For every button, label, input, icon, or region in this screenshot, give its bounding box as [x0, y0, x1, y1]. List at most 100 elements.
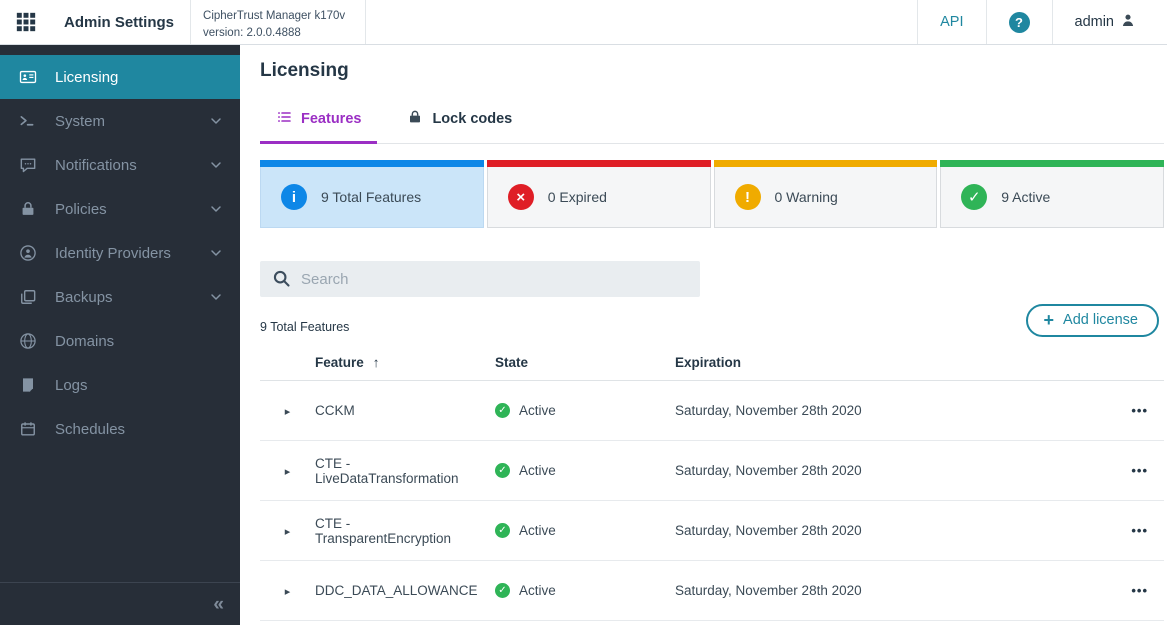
lock-icon — [407, 109, 423, 129]
features-table: Feature ↑ State Expiration ▸ CCKM ✓ Activ… — [260, 344, 1164, 621]
lock-icon — [18, 199, 38, 219]
sidebar-item-label: Logs — [55, 376, 88, 394]
card-color-strip — [940, 160, 1164, 167]
sidebar-item-licensing[interactable]: Licensing — [0, 55, 240, 99]
expiration-cell: Saturday, November 28th 2020 — [675, 523, 862, 538]
table-row-ddc-data-allowance: ▸ DDC_DATA_ALLOWANCE ✓ Active Saturday, … — [260, 561, 1164, 621]
summary-card-0-expired[interactable]: × 0 Expired — [486, 160, 711, 228]
card-color-strip — [486, 160, 711, 167]
search-input[interactable] — [260, 261, 700, 297]
sidebar-item-identity-providers[interactable]: Identity Providers — [0, 231, 240, 275]
sidebar-item-domains[interactable]: Domains — [0, 319, 240, 363]
column-header-feature[interactable]: Feature ↑ — [315, 355, 495, 370]
active-check-icon: ✓ — [495, 523, 510, 538]
state-label: Active — [519, 403, 556, 418]
add-license-label: Add license — [1063, 312, 1138, 328]
list-icon — [276, 109, 292, 129]
state-cell: ✓ Active — [495, 523, 675, 538]
success-status-icon: ✓ — [961, 184, 988, 210]
state-label: Active — [519, 583, 556, 598]
state-label: Active — [519, 463, 556, 478]
row-actions-button[interactable]: ••• — [1131, 523, 1148, 538]
sidebar-item-logs[interactable]: Logs — [0, 363, 240, 407]
expand-row-button[interactable]: ▸ — [285, 466, 291, 478]
id-card-icon — [18, 67, 38, 87]
expand-row-button[interactable]: ▸ — [285, 406, 291, 418]
product-version: CipherTrust Manager k170v version: 2.0.0… — [190, 0, 367, 44]
state-label: Active — [519, 523, 556, 538]
state-cell: ✓ Active — [495, 583, 675, 598]
active-check-icon: ✓ — [495, 463, 510, 478]
card-label: 0 Warning — [774, 189, 838, 205]
page-title: Licensing — [260, 60, 349, 81]
row-actions-button[interactable]: ••• — [1131, 583, 1148, 598]
action-row: 9 Total Features + Add license — [260, 297, 1164, 337]
user-icon — [1119, 11, 1137, 33]
tab-features-label: Features — [301, 111, 362, 127]
summary-card-9-active[interactable]: ✓ 9 Active — [940, 160, 1164, 228]
card-label: 9 Total Features — [321, 189, 422, 205]
sidebar-nav: Licensing System Notifications Policies … — [0, 45, 240, 451]
collapse-sidebar-button[interactable]: « — [213, 595, 224, 614]
tab-bar: Features Lock codes — [260, 103, 1164, 144]
active-check-icon: ✓ — [495, 583, 510, 598]
expand-row-button[interactable]: ▸ — [285, 586, 291, 598]
row-actions-button[interactable]: ••• — [1131, 463, 1148, 478]
feature-cell: DDC_DATA_ALLOWANCE — [315, 583, 478, 598]
sidebar-item-label: Schedules — [55, 420, 126, 438]
add-license-button[interactable]: + Add license — [1025, 304, 1159, 337]
tab-lock-codes-label: Lock codes — [432, 111, 513, 127]
app-grid-button[interactable] — [0, 0, 51, 44]
chevron-down-icon — [208, 201, 224, 217]
tab-features[interactable]: Features — [260, 103, 378, 144]
feature-cell: CCKM — [315, 403, 355, 418]
app-title: Admin Settings — [64, 13, 175, 31]
warning-status-icon: ! — [734, 184, 761, 210]
calendar-icon — [18, 419, 38, 439]
card-color-strip — [260, 160, 484, 167]
api-link[interactable]: API — [940, 14, 963, 30]
state-cell: ✓ Active — [495, 403, 675, 418]
user-menu[interactable]: admin — [1051, 0, 1167, 44]
sidebar-item-backups[interactable]: Backups — [0, 275, 240, 319]
help-button[interactable]: ? — [1008, 11, 1030, 33]
sidebar-item-label: Domains — [55, 332, 115, 350]
sidebar-item-label: Notifications — [55, 156, 137, 174]
summary-card-0-warning[interactable]: ! 0 Warning — [713, 160, 938, 228]
summary-cards: i 9 Total Features × 0 Expired ! 0 Warni… — [260, 160, 1164, 228]
sidebar-item-notifications[interactable]: Notifications — [0, 143, 240, 187]
chevron-down-icon — [208, 289, 224, 305]
expiration-cell: Saturday, November 28th 2020 — [675, 583, 862, 598]
column-header-expiration[interactable]: Expiration — [675, 355, 1102, 370]
table-body: ▸ CCKM ✓ Active Saturday, November 28th … — [260, 381, 1164, 621]
table-row-cte-livedatatransformation: ▸ CTE - LiveDataTransformation ✓ Active … — [260, 441, 1164, 501]
sidebar-item-policies[interactable]: Policies — [0, 187, 240, 231]
sidebar-item-schedules[interactable]: Schedules — [0, 407, 240, 451]
expand-row-button[interactable]: ▸ — [285, 526, 291, 538]
summary-card-9-total-features[interactable]: i 9 Total Features — [260, 160, 484, 228]
user-name: admin — [1074, 14, 1115, 30]
card-label: 9 Active — [1001, 189, 1051, 205]
main-content: Licensing Features Lock codes i 9 Total … — [240, 45, 1167, 625]
card-label: 0 Expired — [547, 189, 607, 205]
copy-icon — [18, 287, 38, 307]
tab-lock-codes[interactable]: Lock codes — [391, 103, 528, 144]
sidebar-item-system[interactable]: System — [0, 99, 240, 143]
chevron-down-icon — [208, 157, 224, 173]
sidebar: Licensing System Notifications Policies … — [0, 45, 240, 625]
comment-icon — [18, 155, 38, 175]
sidebar-footer: « — [0, 582, 240, 625]
column-header-state[interactable]: State — [495, 355, 675, 370]
row-actions-button[interactable]: ••• — [1131, 403, 1148, 418]
sidebar-item-label: Backups — [55, 288, 113, 306]
expiration-cell: Saturday, November 28th 2020 — [675, 403, 862, 418]
expiration-cell: Saturday, November 28th 2020 — [675, 463, 862, 478]
search-box — [260, 261, 700, 297]
chevron-down-icon — [208, 245, 224, 261]
grid-icon — [15, 11, 37, 33]
plus-icon: + — [1043, 310, 1055, 330]
product-name: CipherTrust Manager k170v — [203, 9, 346, 22]
user-circle-icon — [18, 243, 38, 263]
active-check-icon: ✓ — [495, 403, 510, 418]
feature-cell: CTE - TransparentEncryption — [315, 515, 452, 546]
